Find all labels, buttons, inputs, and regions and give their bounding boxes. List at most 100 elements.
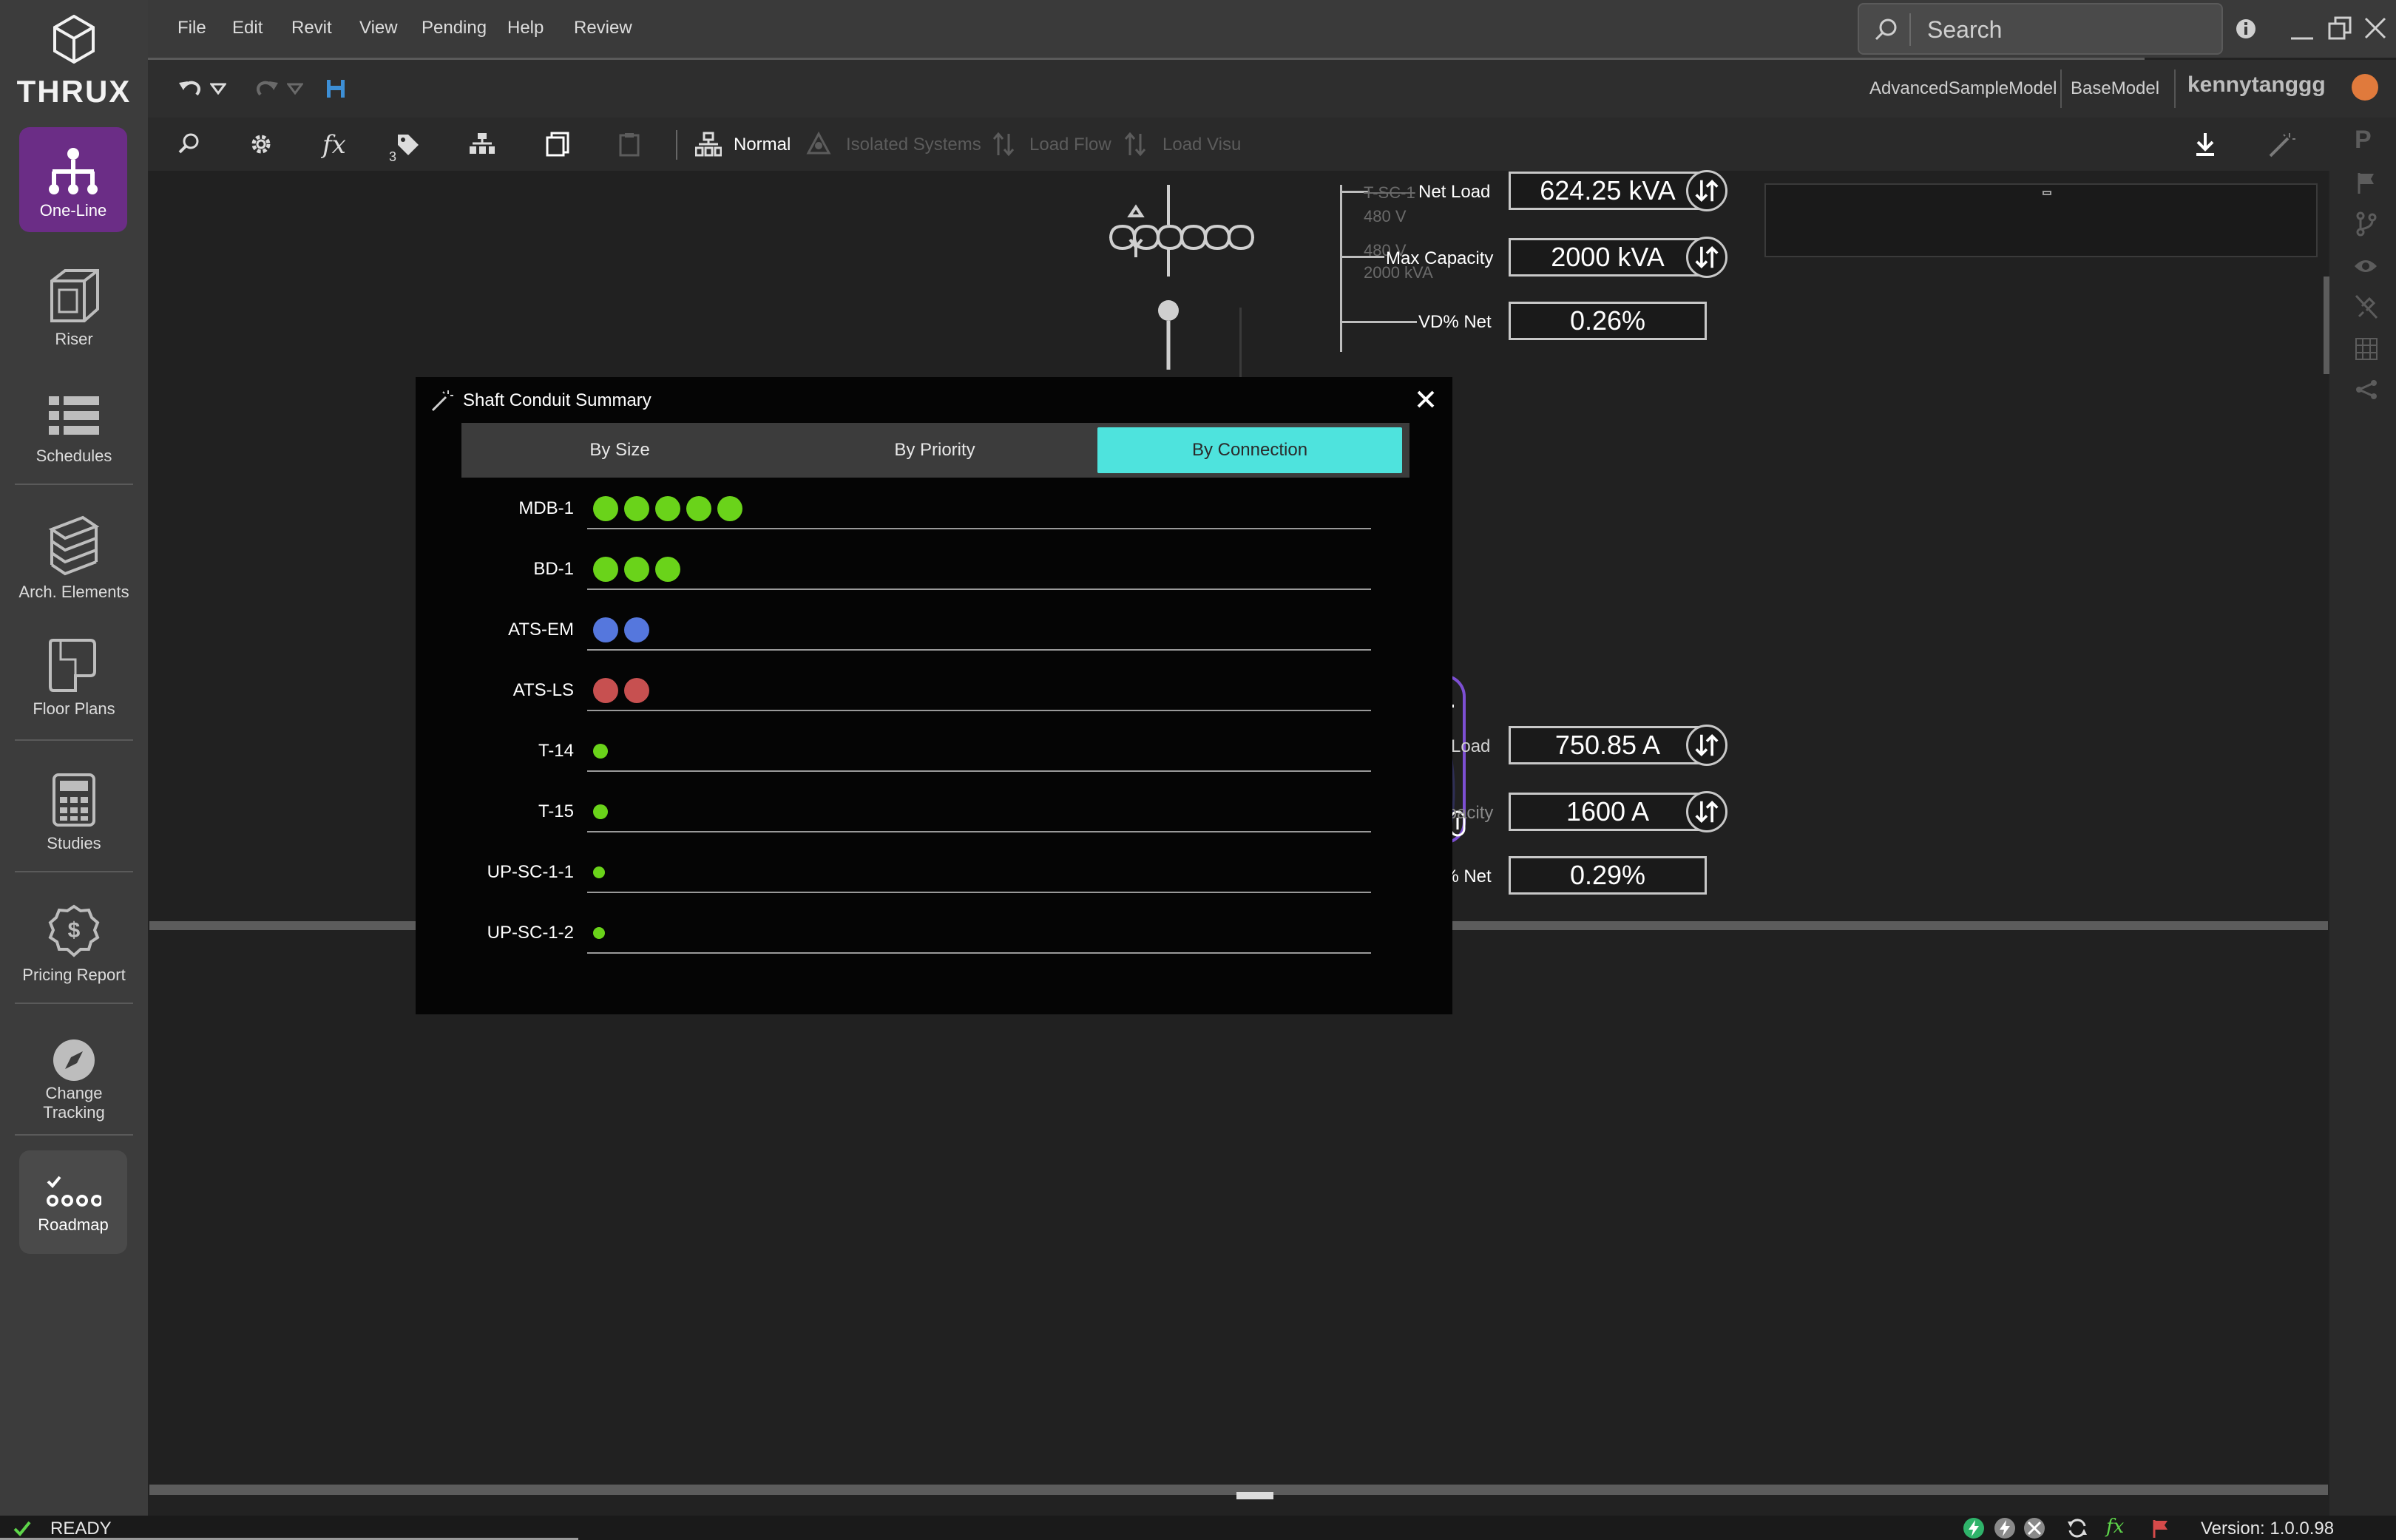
list-item[interactable]: UP-SC-1-1	[416, 846, 1452, 906]
model-name-advanced[interactable]: AdvancedSampleModel	[1869, 78, 2057, 99]
download-icon[interactable]	[2193, 132, 2217, 157]
power-disabled-icon[interactable]	[2023, 1517, 2045, 1539]
load-visual-icon[interactable]	[1123, 132, 1148, 157]
redo-icon[interactable]	[254, 77, 280, 99]
conduit-dot[interactable]	[655, 557, 680, 582]
bottom-max-capacity-swap-icon[interactable]	[1686, 791, 1727, 832]
copy-document-icon[interactable]	[546, 132, 569, 157]
conduit-dot[interactable]	[593, 678, 618, 703]
magic-wand-icon[interactable]	[2267, 132, 2297, 158]
sidebar-item-one-line[interactable]: One-Line	[19, 127, 127, 232]
list-item[interactable]: MDB-1	[416, 482, 1452, 543]
info-icon[interactable]	[2235, 18, 2257, 40]
settings-gear-icon[interactable]	[248, 132, 274, 157]
sidebar-item-riser[interactable]: Riser	[0, 268, 148, 349]
list-item[interactable]: T-14	[416, 725, 1452, 785]
conduit-dot[interactable]	[593, 866, 605, 878]
grid-icon[interactable]	[2355, 337, 2378, 361]
paste-clipboard-icon[interactable]	[618, 132, 640, 157]
power-on-icon[interactable]	[1963, 1517, 1985, 1539]
undo-dropdown-icon[interactable]	[210, 83, 226, 95]
conduit-dot[interactable]	[593, 927, 605, 939]
tab-by-connection[interactable]: By Connection	[1097, 427, 1402, 473]
flag-icon[interactable]	[2356, 172, 2377, 194]
zoom-search-icon[interactable]	[177, 132, 201, 155]
search-box[interactable]	[1858, 3, 2223, 55]
tab-by-priority[interactable]: By Priority	[781, 427, 1089, 473]
power-off-icon[interactable]	[1994, 1517, 2016, 1539]
list-item[interactable]: ATS-LS	[416, 664, 1452, 725]
conduit-dot[interactable]	[686, 496, 711, 521]
menu-file[interactable]: File	[177, 18, 206, 38]
top-net-load-value[interactable]: 624.25 kVA	[1509, 172, 1707, 210]
vertical-scroll-thumb[interactable]	[2324, 277, 2329, 374]
list-item[interactable]: T-15	[416, 785, 1452, 846]
user-avatar[interactable]	[2352, 74, 2378, 101]
conduit-dot[interactable]	[624, 678, 649, 703]
top-max-capacity-swap-icon[interactable]	[1686, 237, 1727, 278]
conduit-dot[interactable]	[624, 617, 649, 642]
menu-revit[interactable]: Revit	[291, 18, 332, 38]
model-name-base[interactable]: BaseModel	[2071, 78, 2159, 99]
list-item[interactable]: ATS-EM	[416, 603, 1452, 664]
isolated-systems-icon[interactable]	[806, 132, 831, 157]
sidebar-item-change-tracking[interactable]: Change Tracking	[0, 1038, 148, 1122]
restore-icon[interactable]	[2328, 16, 2352, 40]
properties-p-icon[interactable]: P	[2355, 126, 2372, 155]
tab-by-size[interactable]: By Size	[466, 427, 774, 473]
save-icon[interactable]	[325, 78, 346, 99]
load-flow-icon[interactable]	[991, 132, 1016, 157]
top-max-capacity-value[interactable]: 2000 kVA	[1509, 238, 1707, 277]
hierarchy-icon[interactable]	[469, 132, 495, 155]
conduit-dot[interactable]	[593, 744, 608, 759]
mode-load-flow-button[interactable]: Load Flow	[1029, 135, 1111, 155]
sidebar-item-studies[interactable]: Studies	[0, 772, 148, 853]
redo-dropdown-icon[interactable]	[287, 83, 303, 95]
mode-normal-button[interactable]: Normal	[734, 135, 791, 155]
transformer-symbol[interactable]	[1109, 185, 1331, 370]
tag-icon[interactable]	[395, 132, 420, 157]
conduit-dot[interactable]	[624, 557, 649, 582]
conduit-dot[interactable]	[655, 496, 680, 521]
sync-icon[interactable]	[2066, 1517, 2088, 1539]
menu-pending[interactable]: Pending	[422, 18, 487, 38]
disconnect-icon[interactable]	[2355, 294, 2378, 319]
sidebar-item-roadmap[interactable]: Roadmap	[19, 1150, 127, 1254]
menu-help[interactable]: Help	[507, 18, 544, 38]
top-net-load-swap-icon[interactable]	[1686, 170, 1727, 211]
conduit-dot[interactable]	[593, 617, 618, 642]
list-item[interactable]: BD-1	[416, 543, 1452, 603]
search-input[interactable]	[1927, 13, 2208, 46]
undo-icon[interactable]	[177, 77, 203, 99]
mode-isolated-button[interactable]: Isolated Systems	[846, 135, 981, 155]
close-window-icon[interactable]	[2363, 16, 2387, 40]
conduit-dot[interactable]	[593, 496, 618, 521]
sidebar-item-floor-plans[interactable]: Floor Plans	[0, 637, 148, 719]
bottom-max-capacity-value[interactable]: 1600 A	[1509, 793, 1707, 831]
sidebar-item-pricing-report[interactable]: $ Pricing Report	[0, 903, 148, 985]
menu-review[interactable]: Review	[574, 18, 632, 38]
list-item[interactable]: UP-SC-1-2	[416, 906, 1452, 967]
bottom-net-load-value[interactable]: 750.85 A	[1509, 726, 1707, 764]
sidebar-item-schedules[interactable]: Schedules	[0, 392, 148, 466]
top-vd-net-value[interactable]: 0.26%	[1509, 302, 1707, 340]
menu-view[interactable]: View	[359, 18, 398, 38]
formula-icon[interactable]: fx	[322, 130, 346, 160]
sidebar-item-arch-elements[interactable]: Arch. Elements	[0, 515, 148, 602]
conduit-dot[interactable]	[593, 804, 608, 819]
branch-icon[interactable]	[2356, 211, 2377, 237]
share-nodes-icon[interactable]	[2355, 379, 2378, 401]
eye-icon[interactable]	[2353, 257, 2378, 275]
conduit-dot[interactable]	[624, 496, 649, 521]
formula-status-icon[interactable]: fx	[2106, 1516, 2124, 1538]
conduit-dot[interactable]	[717, 496, 742, 521]
bottom-net-load-swap-icon[interactable]	[1686, 725, 1727, 766]
normal-view-icon[interactable]	[695, 132, 722, 157]
flag-status-icon[interactable]	[2152, 1519, 2170, 1538]
user-name[interactable]: kennytanggg	[2187, 72, 2326, 98]
minimize-icon[interactable]	[2290, 19, 2315, 41]
conduit-dot[interactable]	[593, 557, 618, 582]
close-icon[interactable]	[1412, 386, 1439, 413]
menu-edit[interactable]: Edit	[232, 18, 263, 38]
bottom-vd-net-value[interactable]: 0.29%	[1509, 856, 1707, 895]
